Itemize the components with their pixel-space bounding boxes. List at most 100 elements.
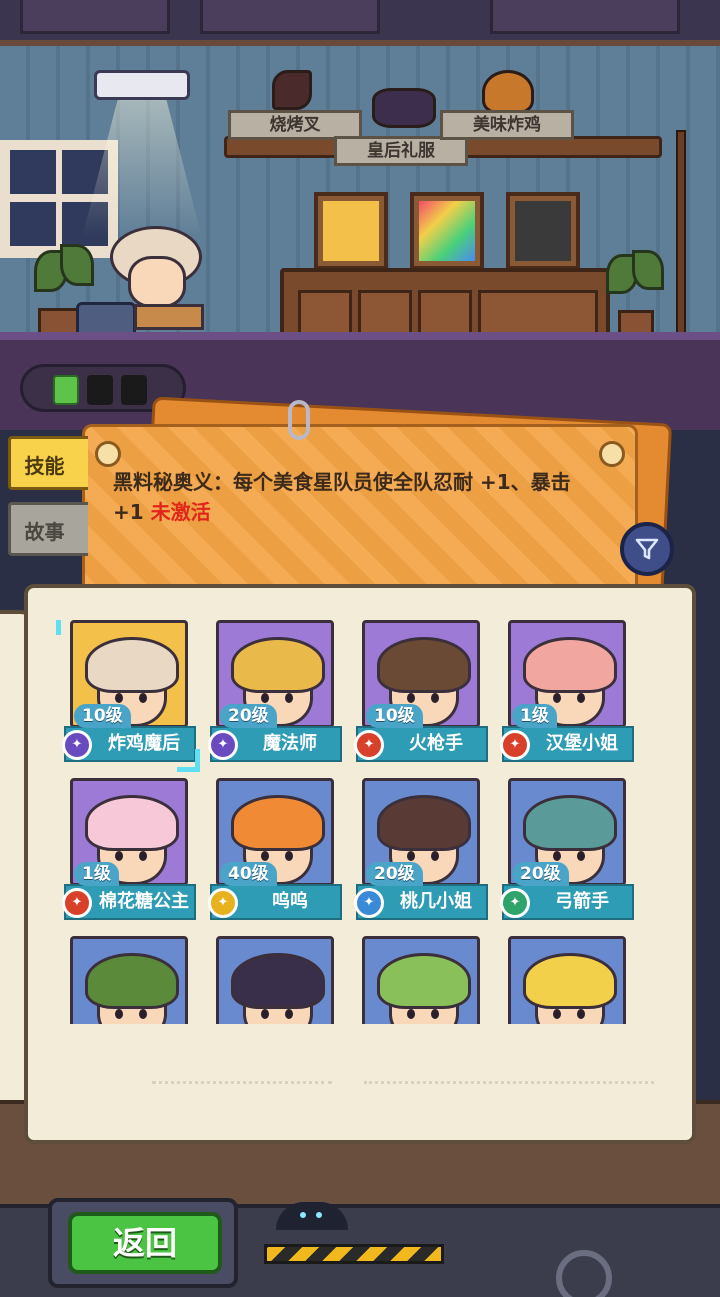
battery-icon [121,375,147,405]
character-book: ✦ 炸鸡魔后 10级 ✦ 魔法师 20级 ✦ 火枪手 10级 ✦ 汉堡小姐 1级 ✦ 棉花糖公主 1级 ✦ 呜呜… [0,580,720,1210]
character-hair [377,637,471,693]
character-eye [407,693,415,703]
character-hair [85,795,179,851]
character-card[interactable]: ✦ 汉堡小姐 1级 [500,620,634,764]
skill-description-block: 黑料秘奥义：每个美食星队员使全队忍耐 +1、暴击 +1 未激活 [113,467,603,527]
character-hair [231,795,325,851]
portrait-frame [314,192,388,270]
character-eye [261,693,269,703]
class-badge-icon: ✦ [62,888,92,918]
page-scribble [152,1062,332,1084]
character-eye [577,851,585,861]
character-at-desk [104,226,208,336]
character-hair [523,795,617,851]
projector-light [82,98,202,238]
character-name: 棉花糖公主 [99,891,189,912]
character-hair [231,637,325,693]
character-eye [407,851,415,861]
shelf-label: 美味炸鸡 [440,110,574,140]
portrait-frame [506,192,580,270]
character-eye [115,1009,123,1019]
character-card[interactable]: ✦ 桃几小姐 20级 [354,778,488,922]
class-badge-icon: ✦ [62,730,92,760]
character-eye [115,693,123,703]
character-eye [553,851,561,861]
character-namebar: ✦ 汉堡小姐 [500,726,634,762]
character-eye [431,1009,439,1019]
character-eye [431,851,439,861]
character-portrait [362,936,480,1024]
character-namebar: ✦ 桃几小姐 [354,884,488,920]
character-hair [377,953,471,1009]
character-namebar: ✦ 魔法师 [208,726,342,762]
character-eye [139,1009,147,1019]
character-card[interactable] [500,936,634,1024]
character-namebar: ✦ 弓箭手 [500,884,634,920]
coat-rack [676,130,686,350]
character-portrait [70,936,188,1024]
ceiling-beam [20,0,170,34]
skill-panel: 黑料秘奥义：每个美食星队员使全队忍耐 +1、暴击 +1 未激活 [82,424,638,602]
character-eye [577,1009,585,1019]
ceiling-beam [200,0,380,34]
back-button[interactable]: 返回 [68,1212,222,1274]
character-level: 20级 [366,862,423,886]
character-hair [231,953,325,1009]
character-eye [285,851,293,861]
character-name: 汉堡小姐 [546,733,618,754]
character-card[interactable]: ✦ 炸鸡魔后 10级 [56,620,200,772]
portrait-frame [410,192,484,270]
battery-icon [87,375,113,405]
character-card[interactable]: ✦ 火枪手 10级 [354,620,488,764]
character-eye [285,1009,293,1019]
character-portrait [508,936,626,1024]
character-card[interactable]: ✦ 弓箭手 20级 [500,778,634,922]
filter-button[interactable] [620,522,674,576]
character-hair [85,637,179,693]
character-namebar: ✦ 炸鸡魔后 [62,726,196,762]
shelf-label: 皇后礼服 [334,136,468,166]
character-name: 火枪手 [409,733,463,754]
pin-icon [599,441,625,467]
class-badge-icon: ✦ [354,730,384,760]
character-eye [553,693,561,703]
character-namebar: ✦ 呜呜 [208,884,342,920]
character-name: 弓箭手 [555,891,609,912]
gear-icon [556,1250,612,1297]
class-badge-icon: ✦ [354,888,384,918]
character-card[interactable] [62,936,196,1024]
back-button-frame: 返回 [48,1198,238,1288]
character-name: 炸鸡魔后 [108,733,180,754]
ceiling [0,0,720,46]
character-card[interactable] [208,936,342,1024]
character-eye [553,1009,561,1019]
character-hair [377,795,471,851]
skill-status: 未激活 [150,500,211,524]
character-card[interactable]: ✦ 呜呜 40级 [208,778,342,922]
pin-icon [95,441,121,467]
character-card[interactable] [354,936,488,1024]
character-name: 魔法师 [263,733,317,754]
character-level: 10级 [366,704,423,728]
character-card[interactable]: ✦ 魔法师 20级 [208,620,342,764]
character-grid: ✦ 炸鸡魔后 10级 ✦ 魔法师 20级 ✦ 火枪手 10级 ✦ 汉堡小姐 1级 ✦ 棉花糖公主 1级 ✦ 呜呜… [52,620,660,1024]
class-badge-icon: ✦ [208,888,238,918]
character-eye [115,851,123,861]
character-eye [139,851,147,861]
character-level: 20级 [512,862,569,886]
tab-skill[interactable]: 技能 [8,436,88,490]
character-level: 1级 [512,704,557,728]
character-eye [261,1009,269,1019]
tab-story[interactable]: 故事 [8,502,88,556]
class-badge-icon: ✦ [500,888,530,918]
character-card[interactable]: ✦ 棉花糖公主 1级 [62,778,196,922]
character-hair [85,953,179,1009]
hazard-stripe [264,1244,444,1264]
character-level: 10级 [74,704,131,728]
queen-dress-trophy [372,88,436,128]
character-portrait [216,936,334,1024]
character-level: 40级 [220,862,277,886]
character-eye [577,693,585,703]
character-hair [523,953,617,1009]
bbq-fork-trophy [272,70,312,110]
